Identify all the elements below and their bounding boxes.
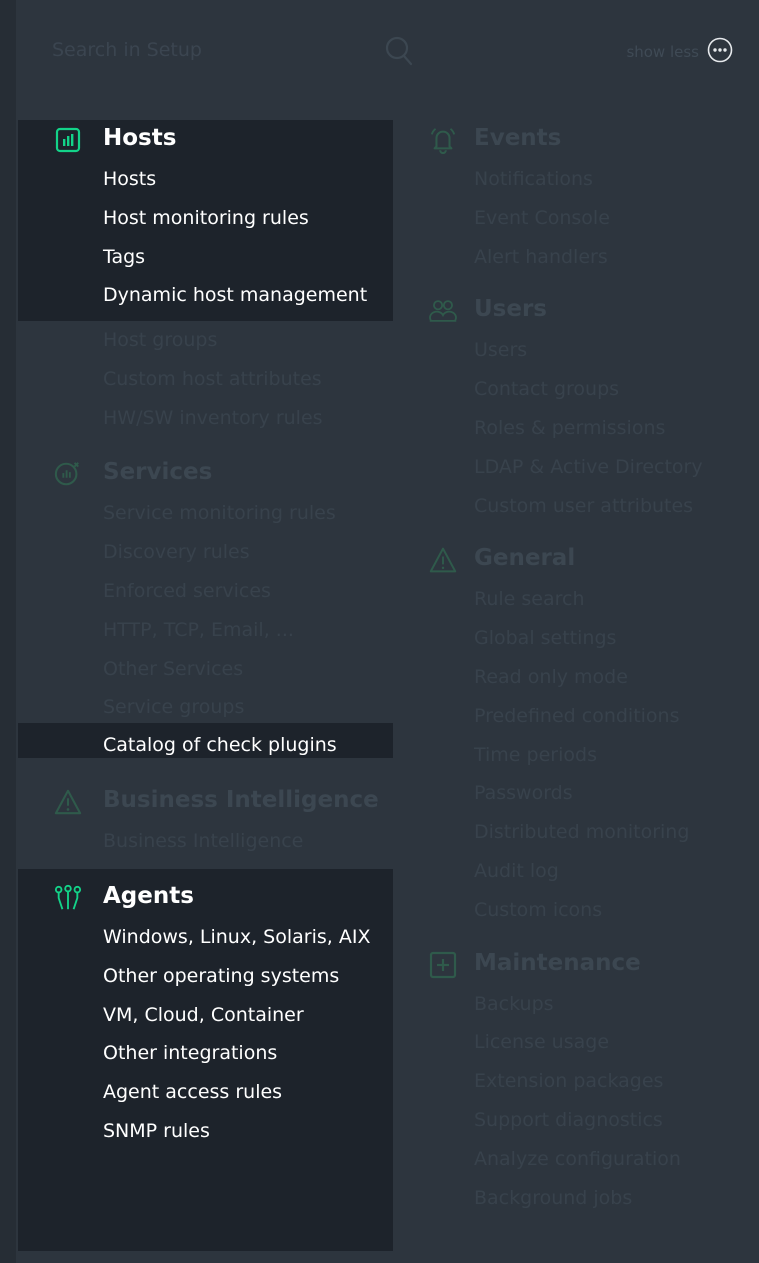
menu-item-roles-permissions[interactable]: Roles & permissions bbox=[403, 409, 759, 448]
menu-item-other-integrations[interactable]: Other integrations bbox=[18, 1034, 393, 1073]
menu-item-hw-sw-inventory-rules[interactable]: HW/SW inventory rules bbox=[18, 399, 393, 438]
warning-triangle-icon bbox=[54, 788, 82, 816]
menu-item-business-intelligence[interactable]: Business Intelligence bbox=[18, 822, 393, 861]
maintenance-group: Maintenance Backups License usage Extens… bbox=[403, 945, 759, 1218]
menu-item-analyze-configuration[interactable]: Analyze configuration bbox=[403, 1140, 759, 1179]
menu-item-extension-packages[interactable]: Extension packages bbox=[403, 1062, 759, 1101]
menu-item-background-jobs[interactable]: Background jobs bbox=[403, 1179, 759, 1218]
menu-item-ldap-active-directory[interactable]: LDAP & Active Directory bbox=[403, 448, 759, 487]
warning-triangle-icon bbox=[429, 546, 457, 574]
menu-item-http-tcp-email[interactable]: HTTP, TCP, Email, ... bbox=[18, 611, 393, 650]
menu-item-backups[interactable]: Backups bbox=[403, 985, 759, 1024]
hosts-group-rest: Host groups Custom host attributes HW/SW… bbox=[18, 321, 393, 437]
menu-item-snmp-rules[interactable]: SNMP rules bbox=[18, 1112, 393, 1151]
group-header-agents[interactable]: Agents bbox=[18, 878, 393, 918]
group-title-business-intelligence: Business Intelligence bbox=[103, 787, 379, 814]
hosts-group-highlighted: Hosts Hosts Host monitoring rules Tags D… bbox=[18, 120, 393, 321]
left-column: Hosts Hosts Host monitoring rules Tags D… bbox=[18, 120, 393, 1251]
menu-item-dynamic-host-management[interactable]: Dynamic host management bbox=[18, 276, 393, 315]
general-group: General Rule search Global settings Read… bbox=[403, 540, 759, 929]
menu-item-other-operating-systems[interactable]: Other operating systems bbox=[18, 957, 393, 996]
menu-item-custom-user-attributes[interactable]: Custom user attributes bbox=[403, 487, 759, 526]
group-title-general: General bbox=[474, 545, 576, 572]
show-less-button[interactable]: show less bbox=[626, 37, 733, 67]
menu-item-distributed-monitoring[interactable]: Distributed monitoring bbox=[403, 813, 759, 852]
menu-item-service-groups[interactable]: Service groups bbox=[18, 688, 393, 727]
group-header-hosts[interactable]: Hosts bbox=[18, 120, 393, 160]
search-input[interactable] bbox=[52, 36, 372, 64]
group-title-hosts: Hosts bbox=[103, 125, 177, 151]
menu-item-contact-groups[interactable]: Contact groups bbox=[403, 370, 759, 409]
services-highlighted: Catalog of check plugins bbox=[18, 723, 393, 759]
menu-item-users[interactable]: Users bbox=[403, 331, 759, 370]
menu-item-passwords[interactable]: Passwords bbox=[403, 774, 759, 813]
menu-item-global-settings[interactable]: Global settings bbox=[403, 619, 759, 658]
group-title-agents: Agents bbox=[103, 882, 194, 909]
menu-item-rule-search[interactable]: Rule search bbox=[403, 580, 759, 619]
menu-item-agent-access-rules[interactable]: Agent access rules bbox=[18, 1073, 393, 1112]
group-header-business-intelligence[interactable]: Business Intelligence bbox=[18, 782, 393, 822]
menu-item-event-console[interactable]: Event Console bbox=[403, 199, 759, 238]
menu-item-notifications[interactable]: Notifications bbox=[403, 160, 759, 199]
group-header-events[interactable]: Events bbox=[403, 120, 759, 160]
group-header-maintenance[interactable]: Maintenance bbox=[403, 945, 759, 985]
services-group: Services Service monitoring rules Discov… bbox=[18, 454, 393, 727]
menu-item-enforced-services[interactable]: Enforced services bbox=[18, 572, 393, 611]
search-icon[interactable] bbox=[385, 36, 413, 70]
group-header-general[interactable]: General bbox=[403, 540, 759, 580]
menu-item-other-services[interactable]: Other Services bbox=[18, 650, 393, 689]
plus-box-icon bbox=[429, 951, 457, 979]
menu-item-audit-log[interactable]: Audit log bbox=[403, 852, 759, 891]
events-group: Events Notifications Event Console Alert… bbox=[403, 120, 759, 276]
show-less-label: show less bbox=[626, 43, 699, 61]
menu-item-read-only-mode[interactable]: Read only mode bbox=[403, 658, 759, 697]
menu-item-predefined-conditions[interactable]: Predefined conditions bbox=[403, 697, 759, 736]
group-title-services: Services bbox=[103, 459, 213, 486]
menu-item-host-monitoring-rules[interactable]: Host monitoring rules bbox=[18, 199, 393, 238]
group-title-maintenance: Maintenance bbox=[474, 949, 641, 976]
menu-item-vm-cloud-container[interactable]: VM, Cloud, Container bbox=[18, 996, 393, 1035]
menu-item-hosts[interactable]: Hosts bbox=[18, 160, 393, 199]
users-icon bbox=[429, 297, 457, 325]
menu-item-custom-icons[interactable]: Custom icons bbox=[403, 891, 759, 930]
menu-item-catalog-of-check-plugins[interactable]: Catalog of check plugins bbox=[18, 723, 393, 758]
group-header-users[interactable]: Users bbox=[403, 291, 759, 331]
group-title-users: Users bbox=[474, 296, 547, 323]
more-options-icon bbox=[707, 37, 733, 67]
service-icon bbox=[54, 460, 82, 488]
search-bar: show less bbox=[16, 0, 759, 100]
menu-item-service-monitoring-rules[interactable]: Service monitoring rules bbox=[18, 494, 393, 533]
menu-item-alert-handlers[interactable]: Alert handlers bbox=[403, 238, 759, 277]
users-group: Users Users Contact groups Roles & permi… bbox=[403, 291, 759, 525]
menu-item-time-periods[interactable]: Time periods bbox=[403, 736, 759, 775]
group-title-events: Events bbox=[474, 125, 562, 151]
bi-group: Business Intelligence Business Intellige… bbox=[18, 782, 393, 861]
menu-item-custom-host-attributes[interactable]: Custom host attributes bbox=[18, 360, 393, 399]
menu-item-support-diagnostics[interactable]: Support diagnostics bbox=[403, 1101, 759, 1140]
menu-item-license-usage[interactable]: License usage bbox=[403, 1023, 759, 1062]
menu-item-tags[interactable]: Tags bbox=[18, 238, 393, 277]
bell-icon bbox=[429, 126, 457, 155]
host-icon bbox=[54, 126, 82, 154]
menu-item-discovery-rules[interactable]: Discovery rules bbox=[18, 533, 393, 572]
group-header-services[interactable]: Services bbox=[18, 454, 393, 494]
agents-icon bbox=[54, 884, 82, 912]
right-column: Events Notifications Event Console Alert… bbox=[403, 120, 759, 1217]
menu-item-host-groups[interactable]: Host groups bbox=[18, 321, 393, 360]
menu-item-windows-linux-solaris-aix[interactable]: Windows, Linux, Solaris, AIX bbox=[18, 918, 393, 957]
sidebar-edge bbox=[0, 0, 16, 1263]
agents-group: Agents Windows, Linux, Solaris, AIX Othe… bbox=[18, 868, 393, 1251]
